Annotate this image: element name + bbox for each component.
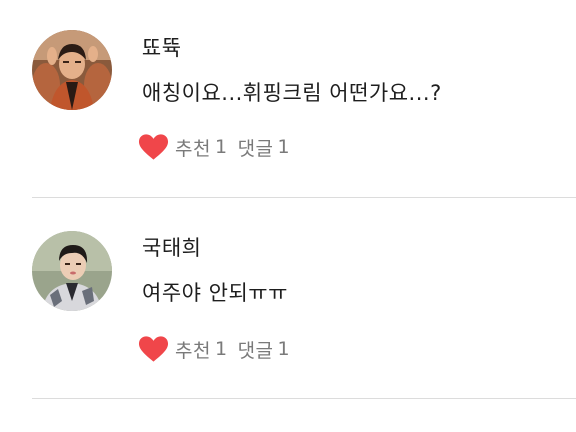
avatar-photo-icon	[32, 231, 112, 311]
recommend-label: 추천	[175, 137, 211, 160]
comment-item: 국태희 여주야 안되ㅠㅠ 추천 1 댓글 1	[0, 199, 576, 397]
reply-link[interactable]: 댓글	[238, 134, 274, 161]
reply-count: 1	[277, 136, 291, 158]
comment-meta: 추천 1 댓글 1	[138, 133, 290, 161]
recommend-button[interactable]: 추천 1	[138, 133, 238, 161]
divider	[32, 197, 576, 198]
heart-icon	[138, 336, 169, 362]
reply-count: 1	[277, 338, 291, 360]
reply-link[interactable]: 댓글	[238, 336, 274, 363]
comment-list: 뚀뜍 애칭이요...휘핑크림 어떤가요...? 추천 1 댓글 1 국태희 여주…	[0, 0, 576, 432]
avatar-photo-icon	[32, 30, 112, 110]
comment-text: 여주야 안되ㅠㅠ	[142, 281, 288, 305]
avatar[interactable]	[32, 231, 112, 311]
recommend-button[interactable]: 추천 1	[138, 335, 238, 363]
comment-text: 애칭이요...휘핑크림 어떤가요...?	[142, 81, 442, 105]
divider	[32, 398, 576, 399]
comment-meta: 추천 1 댓글 1	[138, 335, 290, 363]
comment-item: 뚀뜍 애칭이요...휘핑크림 어떤가요...? 추천 1 댓글 1	[0, 0, 576, 198]
username[interactable]: 뚀뜍	[142, 32, 182, 62]
recommend-label: 추천	[175, 339, 211, 362]
recommend-count: 1	[214, 136, 228, 158]
username[interactable]: 국태희	[142, 232, 201, 262]
avatar[interactable]	[32, 30, 112, 110]
recommend-count: 1	[214, 338, 228, 360]
heart-icon	[138, 134, 169, 160]
